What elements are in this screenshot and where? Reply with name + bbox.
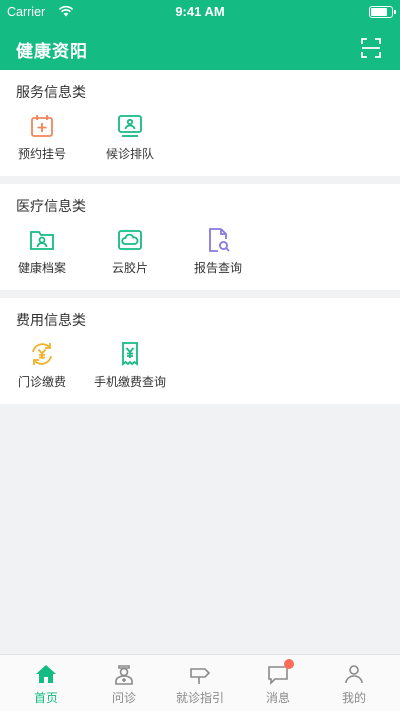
health-folder-icon	[30, 231, 54, 250]
unread-badge	[284, 659, 294, 669]
tile-label: 候诊排队	[105, 147, 154, 161]
report-query-button[interactable]: 报告查询	[178, 226, 258, 276]
appointment-button[interactable]: 预约挂号	[2, 112, 82, 162]
guide-icon	[190, 668, 211, 684]
tile-label: 门诊缴费	[17, 375, 66, 389]
tile-label: 云胶片	[111, 261, 148, 275]
yuan-refresh-icon	[32, 343, 52, 365]
section-service-info: 服务信息类 预约挂号 候诊排队	[0, 70, 400, 176]
queue-monitor-icon	[118, 115, 142, 137]
tab-label: 消息	[265, 691, 290, 705]
mobile-payment-query-button[interactable]: 手机缴费查询	[90, 340, 170, 390]
tab-label: 我的	[341, 691, 366, 705]
tile-label: 报告查询	[193, 261, 242, 275]
bottom-tab-bar: 首页 问诊 就诊指引 消息 我的	[0, 654, 400, 711]
doctor-icon	[115, 665, 133, 685]
section-title: 服务信息类	[16, 85, 86, 101]
tab-profile[interactable]: 我的	[314, 655, 394, 711]
queue-button[interactable]: 候诊排队	[90, 112, 170, 162]
tab-label: 就诊指引	[175, 691, 224, 705]
tile-label: 手机缴费查询	[93, 375, 166, 389]
receipt-yuan-icon	[122, 342, 138, 366]
tab-label: 首页	[33, 691, 58, 705]
tab-consultation[interactable]: 问诊	[84, 655, 164, 711]
section-medical-info: 医疗信息类 健康档案 云胶片 报告查询	[0, 184, 400, 290]
health-records-button[interactable]: 健康档案	[2, 226, 82, 276]
tile-label: 预约挂号	[17, 147, 66, 161]
battery-level	[371, 8, 387, 16]
profile-icon	[345, 665, 363, 684]
section-title: 费用信息类	[16, 313, 86, 329]
calendar-plus-icon	[31, 115, 53, 137]
tab-messages[interactable]: 消息	[238, 655, 318, 711]
tab-home[interactable]: 首页	[6, 655, 86, 711]
section-title: 医疗信息类	[16, 199, 86, 215]
outpatient-payment-button[interactable]: 门诊缴费	[2, 340, 82, 390]
scan-icon[interactable]	[360, 37, 382, 59]
home-icon	[36, 665, 56, 683]
cloud-film-icon	[118, 230, 142, 250]
section-fee-info: 费用信息类 门诊缴费 手机缴费查询	[0, 298, 400, 404]
battery-icon	[369, 6, 396, 18]
tab-visit-guide[interactable]: 就诊指引	[160, 655, 240, 711]
app-header: Carrier 9:41 AM 健康资阳	[0, 0, 400, 70]
page-title: 健康资阳	[16, 42, 88, 62]
cloud-film-button[interactable]: 云胶片	[90, 226, 170, 276]
tab-label: 问诊	[111, 691, 136, 705]
tile-label: 健康档案	[17, 261, 66, 275]
report-search-icon	[209, 228, 230, 252]
status-time: 9:41 AM	[175, 4, 225, 19]
status-bar: Carrier 9:41 AM	[0, 0, 400, 24]
